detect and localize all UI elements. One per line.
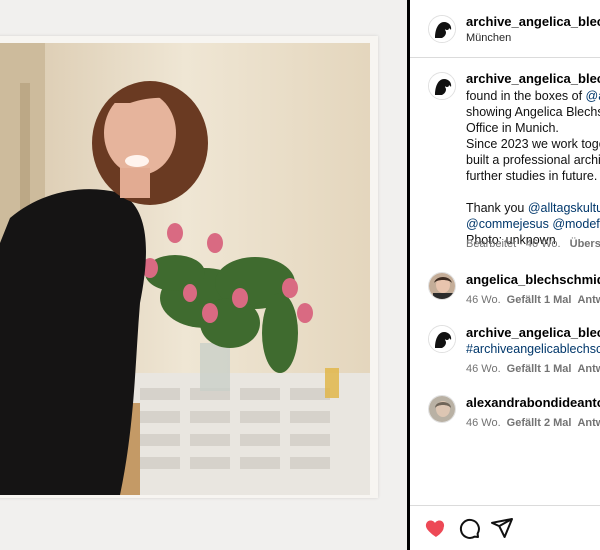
caption-author-name[interactable]: archive_angelica_blechs bbox=[466, 71, 600, 86]
caption-line: found in the boxes of @a bbox=[466, 88, 600, 104]
caption-line: further studies in future. bbox=[466, 168, 597, 184]
caption-line: @commejesus @modefot bbox=[466, 216, 600, 232]
post-sidebar: archive_angelica_blechs München archive_… bbox=[410, 0, 600, 550]
comment-text[interactable]: #archiveangelicablechsch bbox=[466, 341, 600, 357]
reply-link[interactable]: Antw bbox=[577, 363, 600, 375]
comment-meta: 46 Wo. Gefällt 1 Mal Antw bbox=[466, 294, 600, 306]
caption-line: Thank you @alltagskultur bbox=[466, 200, 600, 216]
caption-line: showing Angelica Blechs bbox=[466, 104, 600, 120]
heart-icon[interactable] bbox=[424, 516, 448, 540]
comment-age: 46 Wo. bbox=[466, 417, 501, 429]
caption-line-text: showing Angelica Blechs bbox=[466, 105, 600, 119]
photo-illustration bbox=[0, 43, 370, 495]
avatar-icon bbox=[429, 16, 455, 42]
commenter-avatar[interactable] bbox=[428, 272, 456, 300]
caption-avatar[interactable] bbox=[428, 72, 456, 100]
post-photo[interactable] bbox=[0, 43, 370, 495]
post-media[interactable] bbox=[0, 0, 407, 550]
mention-link[interactable]: @alltagskultur bbox=[528, 201, 600, 215]
caption-line-text: Office in Munich. bbox=[466, 121, 559, 135]
caption-line: Office in Munich. bbox=[466, 120, 559, 136]
reply-link[interactable]: Antw bbox=[577, 294, 600, 306]
translate-link[interactable]: Überse bbox=[570, 238, 600, 250]
caption-line-text: Since 2023 we work toge bbox=[466, 137, 600, 151]
caption-line: Since 2023 we work toge bbox=[466, 136, 600, 152]
commenter-avatar[interactable] bbox=[428, 395, 456, 423]
avatar-icon bbox=[429, 73, 455, 99]
comment-likes[interactable]: Gefällt 2 Mal bbox=[507, 417, 572, 429]
reply-link[interactable]: Antw bbox=[577, 417, 600, 429]
comment-age: 46 Wo. bbox=[466, 294, 501, 306]
caption-edited: Bearbeitet · 46 Wo. bbox=[466, 238, 561, 250]
comment-meta: 46 Wo. Gefällt 1 Mal Antw bbox=[466, 363, 600, 375]
post-location[interactable]: München bbox=[466, 32, 511, 44]
mention-link[interactable]: @a bbox=[586, 89, 600, 103]
share-icon[interactable] bbox=[490, 516, 514, 540]
commenter-name[interactable]: alexandrabondideantoni bbox=[466, 395, 600, 410]
author-avatar[interactable] bbox=[428, 15, 456, 43]
commenter-avatar[interactable] bbox=[428, 325, 456, 353]
commenter-name[interactable]: angelica_blechschmidt_ bbox=[466, 272, 600, 287]
comment-icon[interactable] bbox=[457, 516, 481, 540]
polaroid-frame bbox=[0, 36, 378, 498]
caption-line-text: Thank you bbox=[466, 201, 528, 215]
commenter-name[interactable]: archive_angelica_blechs bbox=[466, 325, 600, 340]
action-bar bbox=[410, 505, 600, 550]
comment-meta: 46 Wo. Gefällt 2 Mal Antw bbox=[466, 417, 600, 429]
post-header: archive_angelica_blechs München bbox=[410, 0, 600, 58]
mention-link[interactable]: @commejesus @modefot bbox=[466, 217, 600, 231]
caption-line-text: further studies in future. bbox=[466, 169, 598, 183]
comment-likes[interactable]: Gefällt 1 Mal bbox=[507, 294, 572, 306]
caption-line: built a professional archiv bbox=[466, 152, 600, 168]
caption-line-text: found in the boxes of bbox=[466, 89, 586, 103]
comment-age: 46 Wo. bbox=[466, 363, 501, 375]
post-author-name[interactable]: archive_angelica_blechs bbox=[466, 14, 600, 29]
comment-likes[interactable]: Gefällt 1 Mal bbox=[507, 363, 572, 375]
caption-line-text: built a professional archiv bbox=[466, 153, 600, 167]
caption-meta: Bearbeitet · 46 Wo. Überse bbox=[466, 238, 600, 250]
